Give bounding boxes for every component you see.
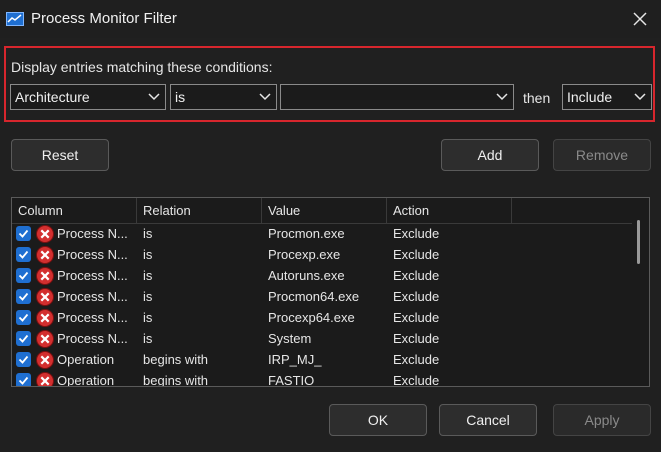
checkmark-icon (18, 313, 29, 322)
checkbox[interactable] (16, 247, 31, 262)
cell-action: Exclude (393, 310, 440, 325)
cell-action: Exclude (393, 226, 440, 241)
cell-column: Operation (57, 373, 115, 387)
header-value[interactable]: Value (262, 198, 387, 223)
relation-dropdown[interactable]: is (170, 84, 277, 110)
checkmark-icon (18, 229, 29, 238)
header-column[interactable]: Column (12, 198, 137, 223)
reset-button[interactable]: Reset (11, 139, 109, 171)
checkmark-icon (18, 271, 29, 280)
ok-button[interactable]: OK (329, 404, 427, 436)
cell-column: Process N... (57, 268, 128, 283)
cell-relation: is (143, 247, 153, 262)
window-title: Process Monitor Filter (31, 10, 177, 27)
cell-value: Procexp.exe (268, 247, 341, 262)
table-row[interactable]: Process N... is Autoruns.exe Exclude (12, 265, 632, 286)
value-combobox[interactable] (280, 84, 514, 110)
exclude-icon (36, 246, 54, 264)
cancel-button[interactable]: Cancel (439, 404, 537, 436)
cell-action: Exclude (393, 289, 440, 304)
cell-column: Operation (57, 352, 115, 367)
checkbox[interactable] (16, 268, 31, 283)
cell-column: Process N... (57, 289, 128, 304)
exclude-icon (36, 288, 54, 306)
table-row[interactable]: Operation begins with FASTIO_ Exclude (12, 370, 632, 387)
cell-relation: is (143, 226, 153, 241)
checkmark-icon (18, 334, 29, 343)
scrollbar-thumb[interactable] (637, 220, 640, 264)
exclude-icon (36, 351, 54, 369)
table-row[interactable]: Process N... is Procmon64.exe Exclude (12, 286, 632, 307)
then-label: then (523, 90, 551, 106)
cell-column: Process N... (57, 331, 128, 346)
cell-value: Procmon.exe (268, 226, 345, 241)
checkbox[interactable] (16, 310, 31, 325)
cell-relation: is (143, 331, 153, 346)
cell-relation: begins with (143, 373, 209, 387)
table-row[interactable]: Process N... is Procmon.exe Exclude (12, 223, 632, 244)
apply-button[interactable]: Apply (553, 404, 651, 436)
cell-value: IRP_MJ_ (268, 352, 322, 367)
cell-relation: begins with (143, 352, 209, 367)
cell-action: Exclude (393, 352, 440, 367)
chevron-down-icon (148, 93, 160, 101)
table-row[interactable]: Process N... is Procexp64.exe Exclude (12, 307, 632, 328)
cell-column: Process N... (57, 247, 128, 262)
checkbox[interactable] (16, 373, 31, 386)
column-value: Architecture (15, 89, 90, 105)
exclude-icon (36, 267, 54, 285)
filter-list[interactable]: Column Relation Value Action Process N..… (11, 197, 650, 387)
checkmark-icon (18, 355, 29, 364)
action-dropdown[interactable]: Include (562, 84, 652, 110)
cell-column: Process N... (57, 310, 128, 325)
relation-value: is (175, 89, 186, 105)
table-row[interactable]: Operation begins with IRP_MJ_ Exclude (12, 349, 632, 370)
cell-action: Exclude (393, 247, 440, 262)
condition-label: Display entries matching these condition… (11, 59, 273, 75)
chevron-down-icon (259, 93, 271, 101)
chevron-down-icon (496, 93, 508, 101)
checkbox[interactable] (16, 289, 31, 304)
checkbox[interactable] (16, 226, 31, 241)
exclude-icon (36, 309, 54, 327)
close-icon[interactable] (629, 8, 651, 30)
cell-value: System (268, 331, 312, 346)
cell-action: Exclude (393, 373, 440, 387)
cell-relation: is (143, 289, 153, 304)
cell-action: Exclude (393, 268, 440, 283)
cell-relation: is (143, 268, 153, 283)
list-header: Column Relation Value Action (12, 198, 632, 224)
chevron-down-icon (634, 93, 646, 101)
exclude-icon (36, 330, 54, 348)
header-relation[interactable]: Relation (137, 198, 262, 223)
cell-value: Procmon64.exe (268, 289, 360, 304)
header-action[interactable]: Action (387, 198, 512, 223)
cell-column: Process N... (57, 226, 128, 241)
exclude-icon (36, 372, 54, 386)
table-row[interactable]: Process N... is System Exclude (12, 328, 632, 349)
checkmark-icon (18, 292, 29, 301)
title-bar: Process Monitor Filter (0, 0, 661, 38)
cell-value: Autoruns.exe (268, 268, 345, 283)
column-dropdown[interactable]: Architecture (10, 84, 166, 110)
add-button[interactable]: Add (441, 139, 539, 171)
table-row[interactable]: Process N... is Procexp.exe Exclude (12, 244, 632, 265)
cell-value: FASTIO_ (268, 373, 322, 387)
remove-button[interactable]: Remove (553, 139, 651, 171)
app-icon (6, 12, 24, 26)
checkmark-icon (18, 250, 29, 259)
cell-relation: is (143, 310, 153, 325)
checkmark-icon (18, 376, 29, 385)
checkbox[interactable] (16, 352, 31, 367)
action-value: Include (567, 89, 613, 105)
exclude-icon (36, 225, 54, 243)
cell-value: Procexp64.exe (268, 310, 355, 325)
checkbox[interactable] (16, 331, 31, 346)
cell-action: Exclude (393, 331, 440, 346)
